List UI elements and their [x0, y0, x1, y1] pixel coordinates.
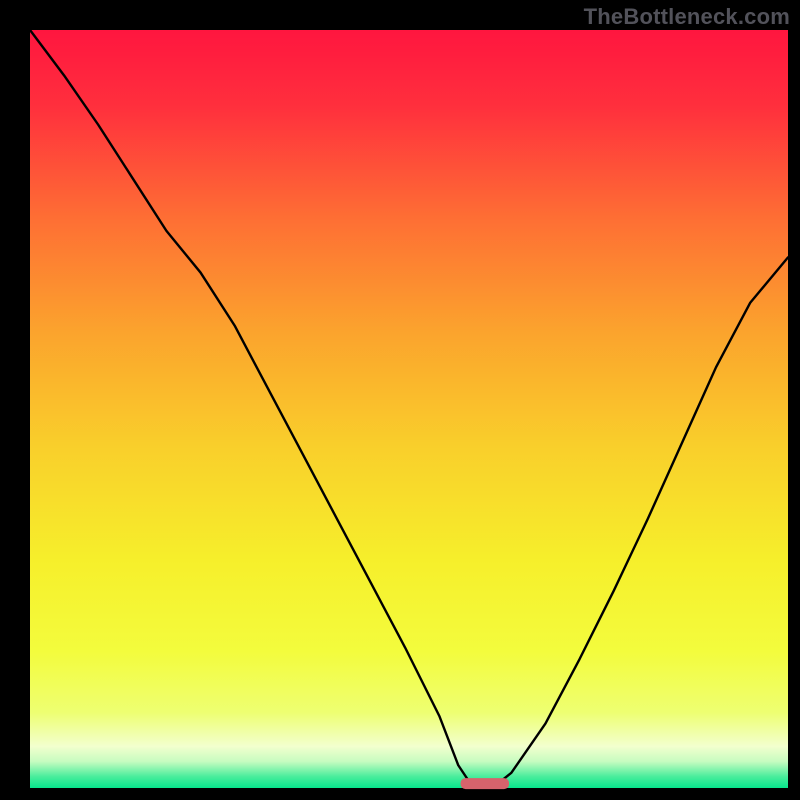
optimum-marker	[461, 778, 510, 789]
plot-background	[30, 30, 788, 788]
watermark-text: TheBottleneck.com	[584, 4, 790, 30]
chart-frame: TheBottleneck.com	[0, 0, 800, 800]
bottleneck-chart	[0, 0, 800, 800]
